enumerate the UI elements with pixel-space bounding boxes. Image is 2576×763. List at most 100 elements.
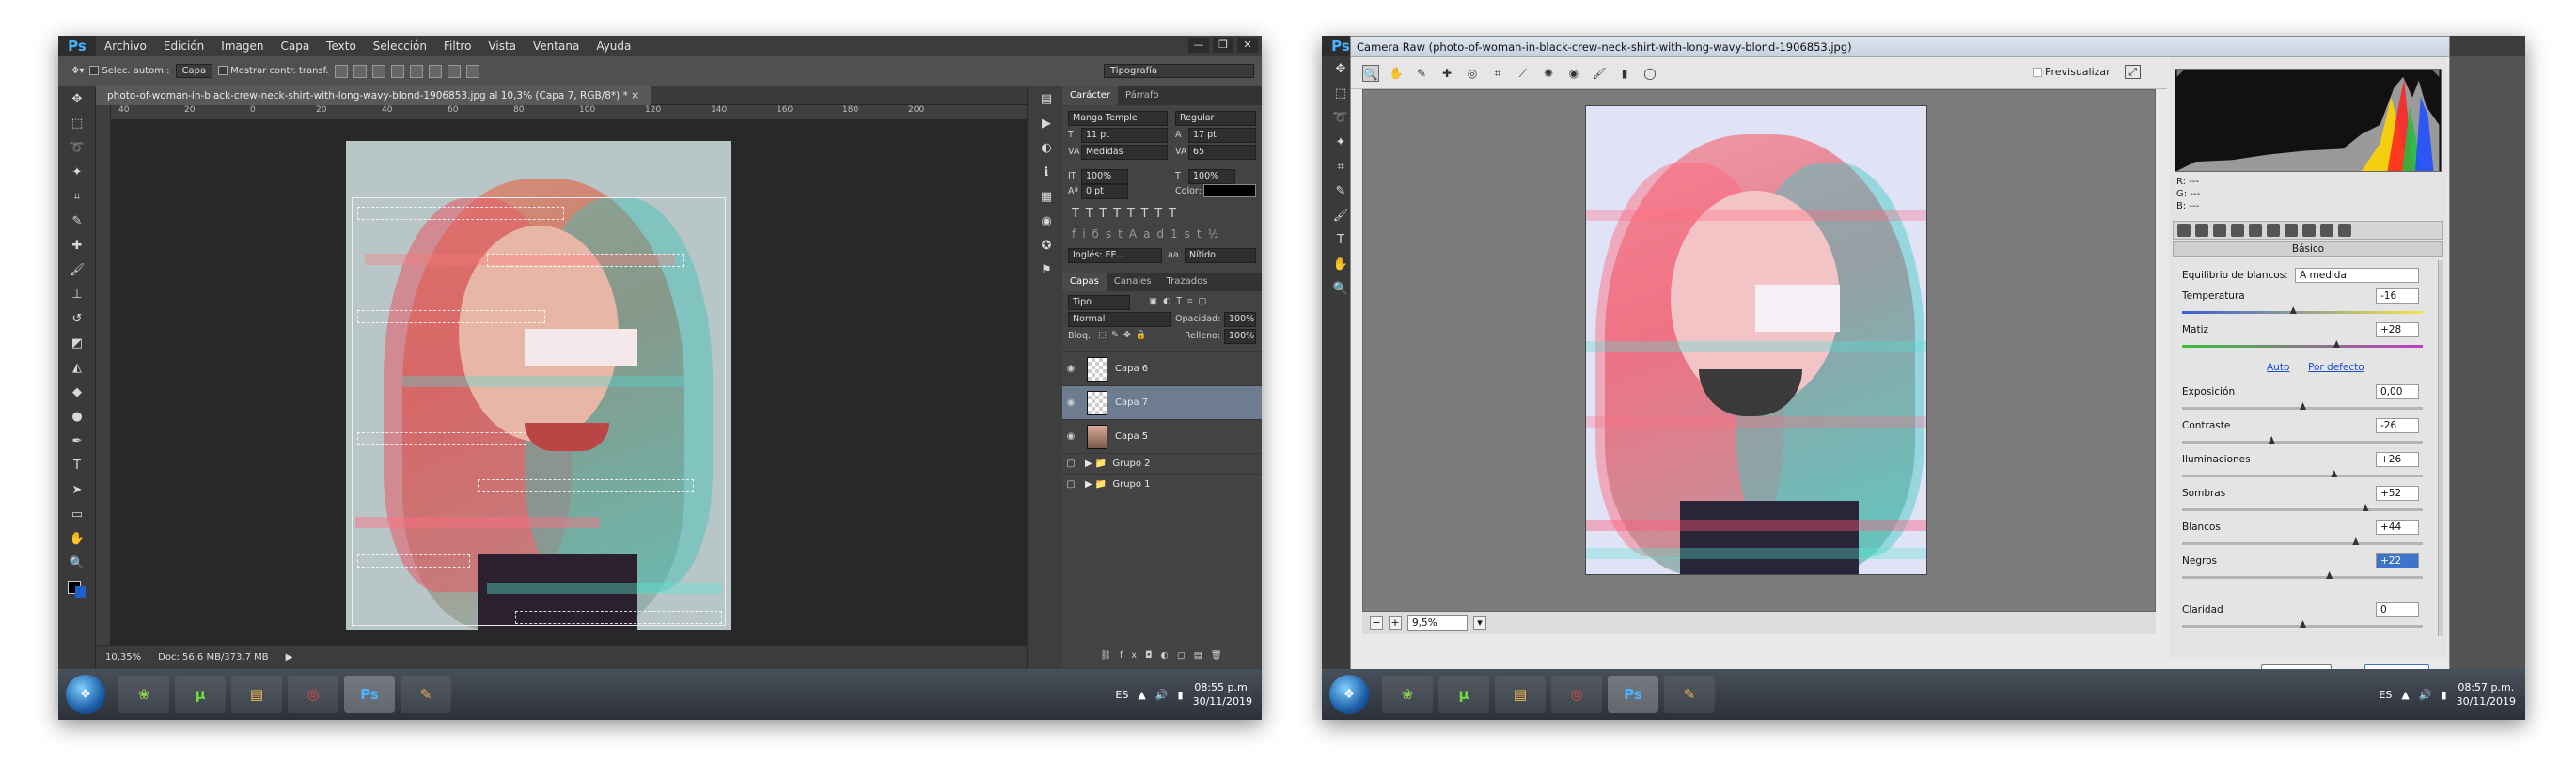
chrome-icon[interactable]: ◎ (1551, 676, 1602, 713)
lasso-icon[interactable]: ➰ (58, 135, 96, 160)
slider-value[interactable]: 0,00 (2376, 384, 2419, 399)
slider-value[interactable]: +22 (2376, 553, 2419, 568)
zoom-out-button[interactable]: − (1370, 616, 1383, 630)
distribute-2-icon[interactable] (465, 64, 479, 78)
tab-caracter[interactable]: Carácter (1062, 86, 1119, 105)
graduated-filter-icon[interactable]: ▮ (1616, 65, 1633, 82)
move-tool-icon[interactable]: ✥▾ (71, 66, 84, 76)
menu-vista[interactable]: Vista (479, 39, 525, 53)
group-folder-icon[interactable]: ▶ 📁 (1085, 459, 1107, 469)
kerning-field[interactable]: Medidas (1081, 145, 1168, 160)
bucket-icon[interactable]: ◭ (58, 355, 96, 380)
layer-footer-icons[interactable]: ⛓fx◘◐▢▤🗑 (1100, 650, 1231, 661)
canvas-area[interactable] (111, 120, 1027, 645)
slider-knob[interactable] (2352, 537, 2360, 545)
text-color-swatch[interactable] (1203, 184, 1256, 197)
history-panel-icon[interactable]: ▤ (1028, 86, 1065, 111)
path-select-icon[interactable]: ➤ (58, 477, 96, 502)
tab-parrafo[interactable]: Párrafo (1118, 86, 1167, 105)
zoom-readout[interactable]: 10,35% (105, 652, 141, 662)
slider-track[interactable] (2182, 345, 2423, 348)
menu-archivo[interactable]: Archivo (96, 39, 155, 53)
styles-panel-icon[interactable]: ✪ (1028, 233, 1065, 257)
menu-seleccion[interactable]: Selección (365, 39, 435, 53)
layer-group-row[interactable]: ▢ ▶ 📁 Grupo 1 (1062, 474, 1262, 494)
slider-knob[interactable] (2300, 402, 2306, 410)
slider-track[interactable] (2182, 441, 2423, 444)
explorer-folder-icon[interactable]: ▤ (1495, 676, 1546, 713)
brush-icon[interactable]: 🖌 (58, 257, 96, 282)
slider-knob[interactable] (2331, 470, 2338, 477)
antialias-select[interactable]: Nítido (1185, 248, 1256, 263)
lock-icons[interactable]: ⬚✎✥🔒 (1098, 330, 1152, 340)
paint-icon[interactable]: ✎ (401, 676, 451, 713)
minimize-button[interactable]: — (1188, 38, 1209, 53)
slider-negros[interactable]: Negros +22 (2182, 553, 2423, 587)
adjustments-panel-icon[interactable]: ◐ (1028, 135, 1065, 160)
network-icon[interactable]: ▮ (1178, 689, 1184, 701)
taskbar-app-icon[interactable]: ❀ (118, 676, 169, 713)
auto-link[interactable]: Auto (2267, 362, 2289, 373)
marquee-icon[interactable]: ⬚ (58, 111, 96, 135)
hsl-icon[interactable] (2231, 224, 2244, 237)
zoom-level-select[interactable]: 9,5% (1407, 615, 1468, 631)
menu-ventana[interactable]: Ventana (525, 39, 588, 53)
white-balance-tool-icon[interactable]: ✎ (1413, 65, 1430, 82)
info-panel-icon[interactable]: ℹ (1028, 160, 1065, 184)
align-center-icon[interactable] (353, 64, 367, 78)
eraser-icon[interactable]: ◩ (58, 331, 96, 355)
zoom-icon[interactable]: 🔍 (58, 551, 96, 575)
visibility-eye-icon[interactable]: ◉ (1062, 431, 1079, 442)
visibility-eye-icon[interactable]: ◉ (1062, 364, 1079, 374)
volume-icon[interactable]: 🔊 (2419, 689, 2432, 701)
network-icon[interactable]: ▮ (2442, 689, 2447, 701)
visibility-eye-icon[interactable]: ◉ (1062, 397, 1079, 408)
tone-curve-icon[interactable] (2195, 224, 2208, 237)
clock[interactable]: 08:57 p.m. 30/11/2019 (2457, 680, 2516, 708)
zoom-tool-icon[interactable]: 🔍 (1362, 64, 1379, 82)
menu-capa[interactable]: Capa (272, 39, 318, 53)
start-button[interactable]: ❖ (66, 675, 105, 714)
menu-filtro[interactable]: Filtro (435, 39, 479, 53)
align-middle-icon[interactable] (409, 64, 423, 78)
detail-icon[interactable] (2213, 224, 2226, 237)
hscale-field[interactable]: 100% (1188, 169, 1235, 184)
actions-panel-icon[interactable]: ▶ (1028, 111, 1065, 135)
presets-icon[interactable] (2320, 224, 2333, 237)
font-style-select[interactable]: Regular (1175, 111, 1256, 126)
slider-temperatura[interactable]: Temperatura -16 (2182, 288, 2423, 322)
tracking-field[interactable]: 65 (1188, 145, 1256, 160)
slider-value[interactable]: -16 (2376, 288, 2419, 304)
language-indicator[interactable]: ES (2379, 689, 2392, 701)
menu-texto[interactable]: Texto (318, 39, 365, 53)
color-panel-icon[interactable]: ◉ (1028, 209, 1065, 233)
slider-knob[interactable] (2268, 436, 2275, 444)
dodge-icon[interactable]: ● (58, 404, 96, 428)
slider-value[interactable]: +26 (2376, 452, 2419, 467)
targeted-adjust-icon[interactable]: ◎ (1464, 65, 1481, 82)
group-folder-icon[interactable]: ▶ 📁 (1085, 479, 1107, 490)
document-photo[interactable] (346, 141, 731, 630)
slider-knob[interactable] (2289, 306, 2297, 314)
distribute-icon[interactable] (447, 64, 461, 78)
default-link[interactable]: Por defecto (2308, 362, 2364, 373)
blend-mode-select[interactable]: Normal (1068, 312, 1171, 327)
straighten-tool-icon[interactable]: ⟋ (1515, 65, 1531, 82)
auto-select-checkbox[interactable] (89, 66, 100, 75)
visibility-eye-icon[interactable]: ▢ (1062, 459, 1079, 469)
radial-filter-icon[interactable]: ◯ (1641, 65, 1658, 82)
photoshop-taskbar-icon[interactable]: Ps (344, 676, 395, 713)
utorrent-icon[interactable]: µ (175, 676, 226, 713)
history-brush-icon[interactable]: ↺ (58, 306, 96, 331)
slider-track[interactable] (2182, 576, 2423, 579)
auto-select-dropdown[interactable]: Capa (175, 64, 213, 78)
slider-track[interactable] (2182, 311, 2423, 314)
align-top-icon[interactable] (390, 64, 404, 78)
snapshots-icon[interactable] (2338, 224, 2351, 237)
spot-removal-icon[interactable]: ✺ (1540, 65, 1557, 82)
vscale-field[interactable]: 100% (1081, 169, 1128, 184)
tray-arrow-icon[interactable]: ▲ (1138, 689, 1145, 701)
faux-style-buttons-icon[interactable]: TTTTTTTT (1072, 207, 1183, 221)
menu-edicion[interactable]: Edición (155, 39, 212, 53)
font-family-select[interactable]: Manga Temple (1068, 111, 1168, 126)
